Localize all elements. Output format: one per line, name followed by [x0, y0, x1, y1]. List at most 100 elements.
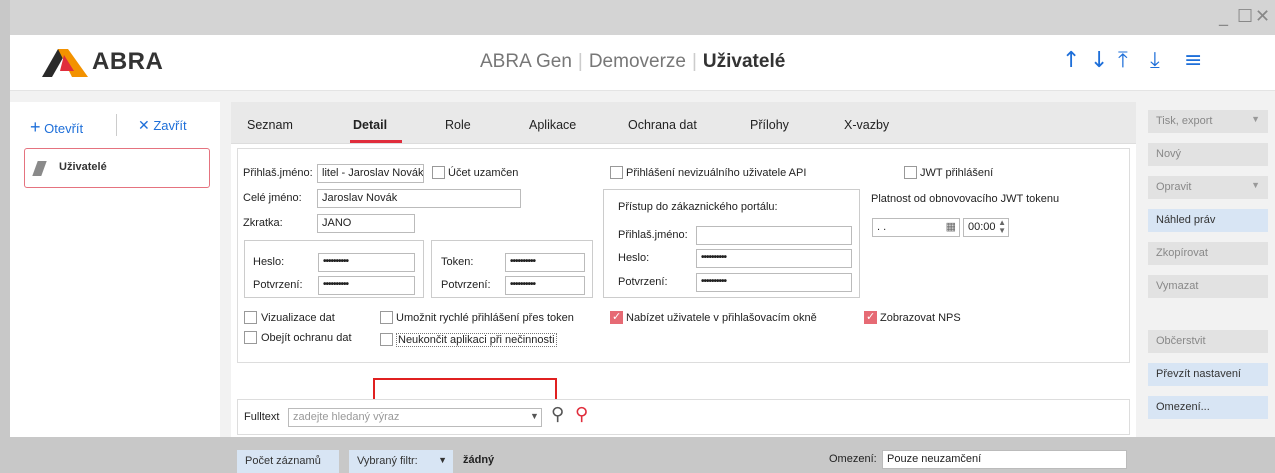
refresh-button[interactable]: Občerstvit: [1148, 330, 1268, 353]
portal-title: Přístup do zákaznického portálu:: [618, 201, 778, 213]
show-nps-label: Zobrazovat NPS: [880, 312, 961, 324]
close-window-button[interactable]: ✕: [1255, 6, 1270, 27]
sidebar-item-users[interactable]: Uživatelé: [24, 148, 210, 188]
window-titlebar: _ ☐ ✕: [10, 0, 1275, 35]
portal-password-label: Heslo:: [618, 252, 650, 264]
fullname-field[interactable]: Jaroslav Novák: [317, 189, 521, 208]
no-quit-checkbox[interactable]: [380, 333, 393, 346]
password-field[interactable]: ••••••••••: [318, 253, 415, 272]
tab-roles[interactable]: Role: [445, 118, 471, 132]
no-quit-label: Neukončit aplikaci při nečinnosti: [396, 333, 557, 347]
limit-label: Omezení:: [829, 453, 877, 465]
sidebar-item-label: Uživatelé: [59, 161, 107, 173]
token-confirm-field[interactable]: ••••••••••: [505, 276, 585, 295]
fullname-label: Celé jméno:: [243, 192, 302, 204]
visualization-checkbox[interactable]: [244, 311, 257, 324]
bypass-checkbox[interactable]: [244, 331, 257, 344]
plus-icon: +: [30, 117, 41, 137]
api-login-checkbox[interactable]: [610, 166, 623, 179]
chevron-down-icon: ▼: [1251, 180, 1260, 190]
login-field[interactable]: litel - Jaroslav Novák: [317, 164, 424, 183]
tab-x-links[interactable]: X-vazby: [844, 118, 889, 132]
fulltext-bar: Fulltext zadejte hledaný výraz ▼ ⚲ ⚲: [237, 399, 1130, 435]
maximize-button[interactable]: ☐: [1237, 6, 1253, 27]
visualization-label: Vizualizace dat: [261, 312, 335, 324]
filter-button[interactable]: Vybraný filtr: ▼: [349, 450, 453, 473]
open-button[interactable]: + Otevřít: [30, 117, 83, 138]
users-module-icon: [32, 161, 47, 176]
arrow-down-icon[interactable]: ↓: [1090, 48, 1108, 73]
copy-button[interactable]: Zkopírovat: [1148, 242, 1268, 265]
chevron-down-icon: ▼: [1251, 114, 1260, 124]
edit-label: Opravit: [1156, 181, 1192, 193]
chevron-down-icon[interactable]: ▼: [530, 411, 539, 421]
fast-login-label: Umožnit rychlé přihlášení přes token: [396, 312, 574, 324]
confirm-password-field[interactable]: ••••••••••: [318, 276, 415, 295]
tab-attachments[interactable]: Přílohy: [750, 118, 789, 132]
record-count-button[interactable]: Počet záznamů: [237, 450, 339, 473]
tab-list[interactable]: Seznam: [247, 118, 293, 132]
offer-user-checkbox[interactable]: [610, 310, 623, 324]
fast-login-checkbox[interactable]: [380, 311, 393, 324]
jwt-login-checkbox[interactable]: [904, 166, 917, 179]
close-label: Zavřít: [153, 118, 187, 133]
token-field[interactable]: ••••••••••: [505, 253, 585, 272]
title-separator: |: [577, 51, 583, 72]
jwt-date-value: . .: [877, 221, 887, 233]
tab-data-protection[interactable]: Ochrana dat: [628, 118, 697, 132]
search-icon[interactable]: ⚲: [551, 404, 564, 425]
filter-label: Vybraný filtr:: [357, 455, 418, 467]
right-actions: Tisk, export ▼ Nový Opravit ▼ Náhled práv …: [1148, 102, 1275, 437]
password-label: Heslo:: [253, 256, 285, 268]
portal-confirm-field[interactable]: ••••••••••: [696, 273, 852, 292]
arrow-last-icon[interactable]: ⤓: [1150, 48, 1160, 73]
tab-applications[interactable]: Aplikace: [529, 118, 576, 132]
close-button[interactable]: ✕ Zavřít: [138, 117, 187, 134]
new-button[interactable]: Nový: [1148, 143, 1268, 166]
clear-search-icon[interactable]: ⚲: [575, 404, 588, 425]
portal-confirm-label: Potvrzení:: [618, 276, 668, 288]
fulltext-input[interactable]: zadejte hledaný výraz: [288, 408, 542, 427]
filter-value: žádný: [463, 454, 495, 466]
app-window: ABRA ABRA Gen | Demoverze | Uživatelé ↑ ↓ ⤒ …: [10, 35, 1275, 473]
spinner-icon[interactable]: ▲ ▼: [998, 219, 1006, 235]
api-login-label: Přihlášení nevizuálního uživatele API: [626, 167, 807, 179]
take-settings-button[interactable]: Převzít nastavení: [1148, 363, 1268, 386]
detail-form: Přihlaš.jméno: litel - Jaroslav Novák Úč…: [237, 148, 1130, 363]
minimize-button[interactable]: _: [1219, 6, 1228, 27]
menu-icon[interactable]: ≡: [1184, 48, 1202, 73]
app-name: ABRA Gen: [480, 51, 572, 72]
account-locked-label: Účet uzamčen: [448, 167, 519, 179]
portal-login-label: Přihlaš.jméno:: [618, 229, 688, 241]
rights-preview-button[interactable]: Náhled práv: [1148, 209, 1268, 232]
limits-button[interactable]: Omezení...: [1148, 396, 1268, 419]
jwt-time-field[interactable]: 00:00 ▲ ▼: [963, 218, 1009, 237]
logo-text: ABRA: [92, 48, 164, 75]
account-locked-checkbox[interactable]: [432, 166, 445, 179]
portal-login-field[interactable]: [696, 226, 852, 245]
limit-select[interactable]: Pouze neuzamčení: [882, 450, 1127, 469]
tab-detail[interactable]: Detail: [353, 118, 387, 132]
left-panel: + Otevřít ✕ Zavřít Uživatelé: [10, 102, 220, 437]
print-export-button[interactable]: Tisk, export ▼: [1148, 110, 1268, 133]
main-panel: Seznam Detail Role Aplikace Ochrana dat …: [231, 102, 1136, 473]
abbr-label: Zkratka:: [243, 217, 283, 229]
edit-button[interactable]: Opravit ▼: [1148, 176, 1268, 199]
jwt-login-label: JWT přihlášení: [920, 167, 994, 179]
open-label: Otevřít: [44, 121, 84, 136]
calendar-icon[interactable]: ▦: [946, 220, 956, 233]
company-name: Demoverze: [588, 51, 686, 72]
current-module: Uživatelé: [702, 51, 786, 72]
show-nps-checkbox[interactable]: [864, 310, 877, 324]
portal-password-field[interactable]: ••••••••••: [696, 249, 852, 268]
token-label: Token:: [441, 256, 474, 268]
jwt-time-value: 00:00: [968, 221, 996, 233]
arrow-up-icon[interactable]: ↑: [1062, 48, 1080, 73]
delete-button[interactable]: Vymazat: [1148, 275, 1268, 298]
tab-bar: Seznam Detail Role Aplikace Ochrana dat …: [231, 102, 1136, 144]
abbr-field[interactable]: JANO: [317, 214, 415, 233]
login-label: Přihlaš.jméno:: [243, 167, 313, 179]
arrow-first-icon[interactable]: ⤒: [1118, 48, 1128, 73]
header: ABRA ABRA Gen | Demoverze | Uživatelé ↑ ↓ ⤒ …: [10, 35, 1275, 91]
jwt-date-field[interactable]: . . ▦: [872, 218, 960, 237]
